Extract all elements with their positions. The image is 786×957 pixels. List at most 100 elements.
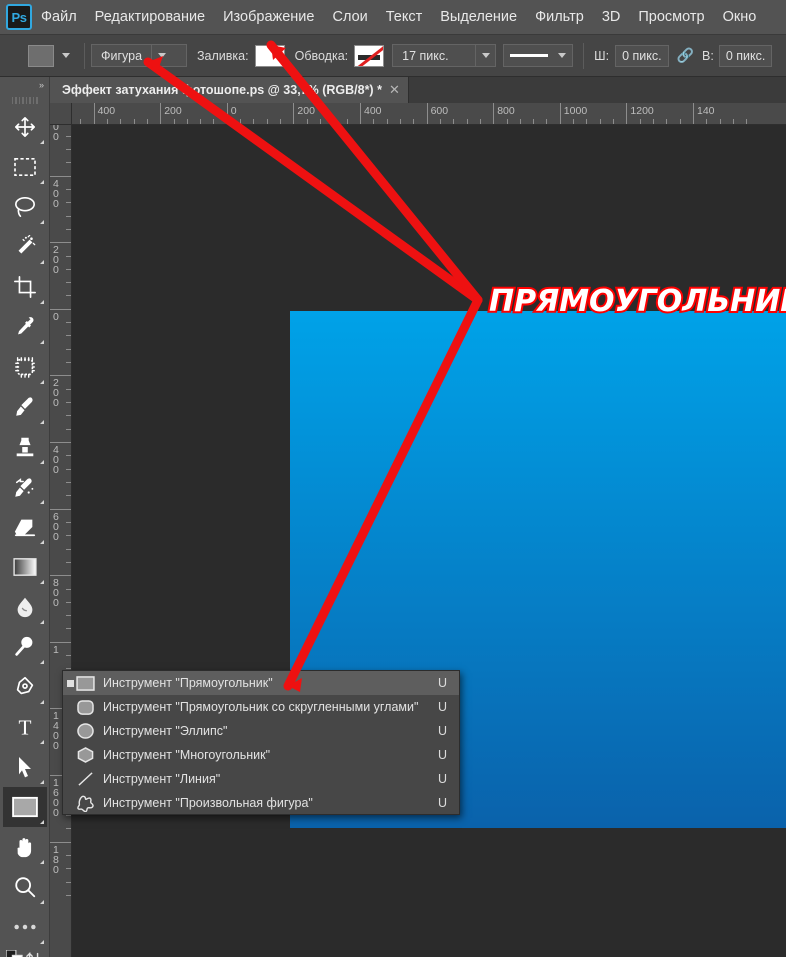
collapse-panel-icon[interactable]: » [0,77,49,93]
menu-item-layers[interactable]: Слои [323,0,376,34]
ruler-label: 400 [53,177,59,210]
ruler-minor-tick [186,119,188,124]
tool-crop[interactable] [3,267,47,307]
tool-hand[interactable] [3,827,47,867]
default-colors-icon[interactable] [6,950,24,957]
shape-tools-flyout-menu[interactable]: Инструмент "Прямоугольник" U Инструмент … [62,670,460,815]
ruler-label: 200 [53,377,59,410]
tool-brush[interactable] [3,387,47,427]
ruler-major-tick [50,575,71,577]
ruler-major-tick [50,375,71,377]
ruler-minor-tick [200,119,202,124]
width-input[interactable]: 0 пикс. [615,44,669,67]
ruler-minor-tick [453,119,455,124]
flyout-item-custom-shape[interactable]: Инструмент "Произвольная фигура" U [63,791,459,815]
stroke-color-swatch[interactable] [354,44,385,67]
ruler-major-tick [93,103,95,124]
tool-preset-picker[interactable] [28,44,54,67]
tool-move[interactable] [3,107,47,147]
close-icon[interactable]: ✕ [389,82,400,98]
tool-eyedropper[interactable] [3,307,47,347]
flyout-item-polygon[interactable]: Инструмент "Многоугольник" U [63,743,459,767]
ruler-major-tick [626,103,628,124]
swap-colors-icon[interactable] [25,950,43,957]
stroke-width-dropdown[interactable]: 17 пикс. [392,44,497,67]
ruler-minor-tick [66,335,71,337]
ruler-minor-tick [66,388,71,390]
menu-item-text[interactable]: Текст [377,0,432,34]
menu-item-window[interactable]: Окно [714,0,766,34]
ruler-major-tick [160,103,162,124]
flyout-item-label: Инструмент "Прямоугольник" [103,676,273,690]
tool-horizontal-type[interactable]: T [3,707,47,747]
tool-edit-toolbar[interactable] [3,907,47,947]
ruler-minor-tick [573,119,575,124]
vertical-ruler[interactable]: 6004002000200400600800114001600180 [50,125,72,957]
flyout-item-rectangle[interactable]: Инструмент "Прямоугольник" U [63,671,459,695]
ruler-major-tick [693,103,694,124]
ruler-label: 200 [164,105,182,117]
fill-color-swatch[interactable] [254,44,285,67]
tool-rectangular-marquee[interactable] [3,147,47,187]
tool-clone-stamp[interactable] [3,427,47,467]
tool-eraser[interactable] [3,507,47,547]
ellipse-icon [73,723,97,739]
menu-item-image[interactable]: Изображение [214,0,323,34]
chevron-down-icon[interactable] [475,45,495,66]
canvas-viewport[interactable] [72,125,786,957]
tool-gradient[interactable] [3,547,47,587]
menu-item-edit[interactable]: Редактирование [86,0,214,34]
stroke-width-value: 17 пикс. [402,48,449,63]
menu-item-select[interactable]: Выделение [431,0,526,34]
shape-mode-dropdown[interactable]: Фигура [91,44,187,67]
tool-rectangle[interactable] [2,787,47,827]
ruler-minor-tick [66,228,71,230]
chain-link-icon[interactable]: 🔗 [677,47,694,64]
ruler-minor-tick [66,468,71,470]
menu-item-view[interactable]: Просмотр [629,0,713,34]
flyout-item-line[interactable]: Инструмент "Линия" U [63,767,459,791]
ruler-label: 800 [497,105,515,117]
flyout-item-shortcut: U [437,676,447,690]
ruler-minor-tick [66,362,71,364]
document-tab[interactable]: Эффект затухания фотошопе.ps @ 33,7% (RG… [50,77,409,103]
ruler-minor-tick [66,601,71,603]
horizontal-ruler[interactable]: 600400200020040060080010001200140 [72,103,786,125]
panel-grip[interactable] [0,93,49,107]
tool-pen[interactable] [3,667,47,707]
ruler-minor-tick [320,119,322,124]
ruler-minor-tick [240,119,242,124]
ruler-minor-tick [66,148,71,150]
menu-item-3d[interactable]: 3D [593,0,630,34]
chevron-down-icon[interactable] [151,45,171,66]
tool-magic-wand[interactable] [3,227,47,267]
ruler-minor-tick [399,119,401,124]
flyout-item-rounded-rectangle[interactable]: Инструмент "Прямоугольник со скругленным… [63,695,459,719]
chevron-down-icon[interactable] [62,53,70,58]
ruler-minor-tick [613,119,615,124]
ruler-minor-tick [280,119,282,124]
flyout-item-ellipse[interactable]: Инструмент "Эллипс" U [63,719,459,743]
stroke-style-dropdown[interactable] [503,44,574,67]
tool-dodge[interactable] [3,627,47,667]
menu-item-file[interactable]: Файл [32,0,86,34]
tool-lasso[interactable] [3,187,47,227]
tool-history-brush[interactable] [3,467,47,507]
height-input[interactable]: 0 пикс. [718,44,773,67]
ruler-major-tick [293,103,295,124]
ruler-minor-tick [66,561,71,563]
ruler-major-tick [426,103,428,124]
ruler-minor-tick [66,188,71,190]
ruler-minor-tick [533,119,535,124]
ruler-minor-tick [66,322,71,324]
rectangle-icon [73,675,97,691]
ruler-minor-tick [506,119,508,124]
tool-spot-healing-brush[interactable] [3,347,47,387]
ruler-minor-tick [479,119,481,124]
menu-item-filter[interactable]: Фильтр [526,0,593,34]
ruler-minor-tick [706,119,708,124]
tool-path-selection[interactable] [3,747,47,787]
ruler-label: 800 [53,577,59,610]
tool-blur[interactable] [3,587,47,627]
tool-zoom[interactable] [3,867,47,907]
